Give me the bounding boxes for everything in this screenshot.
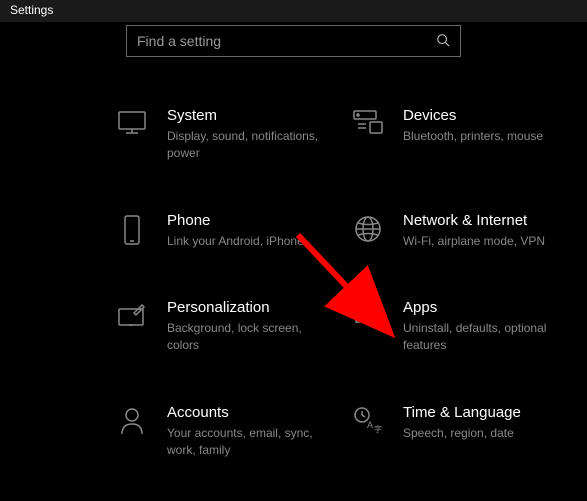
network-icon — [351, 214, 385, 248]
tile-network[interactable]: Network & Internet Wi-Fi, airplane mode,… — [351, 212, 567, 250]
tile-text: System Display, sound, notifications, po… — [167, 107, 331, 162]
tile-title: Apps — [403, 299, 567, 316]
tile-title: Time & Language — [403, 404, 567, 421]
tile-title: Personalization — [167, 299, 331, 316]
tile-desc: Your accounts, email, sync, work, family — [167, 425, 331, 459]
tile-text: Time & Language Speech, region, date — [403, 404, 567, 459]
tile-desc: Link your Android, iPhone — [167, 233, 331, 250]
tile-phone[interactable]: Phone Link your Android, iPhone — [115, 212, 331, 250]
tile-text: Apps Uninstall, defaults, optional featu… — [403, 299, 567, 354]
tile-text: Devices Bluetooth, printers, mouse — [403, 107, 567, 162]
settings-grid: System Display, sound, notifications, po… — [0, 107, 587, 459]
tile-title: Accounts — [167, 404, 331, 421]
tile-accounts[interactable]: Accounts Your accounts, email, sync, wor… — [115, 404, 331, 459]
phone-icon — [115, 214, 149, 248]
tile-text: Personalization Background, lock screen,… — [167, 299, 331, 354]
tile-text: Network & Internet Wi-Fi, airplane mode,… — [403, 212, 567, 250]
devices-icon — [351, 109, 385, 143]
svg-text:A: A — [367, 420, 373, 430]
search-container — [0, 25, 587, 57]
tile-devices[interactable]: Devices Bluetooth, printers, mouse — [351, 107, 567, 162]
tile-title: Devices — [403, 107, 567, 124]
system-icon — [115, 109, 149, 143]
tile-desc: Speech, region, date — [403, 425, 567, 442]
tile-title: Network & Internet — [403, 212, 567, 229]
apps-icon — [351, 301, 385, 335]
search-icon — [436, 33, 450, 50]
search-box[interactable] — [126, 25, 461, 57]
window-title: Settings — [10, 3, 53, 17]
tile-apps[interactable]: Apps Uninstall, defaults, optional featu… — [351, 299, 567, 354]
search-input[interactable] — [137, 33, 436, 49]
window-titlebar: Settings — [0, 0, 587, 22]
tile-time[interactable]: A字 Time & Language Speech, region, date — [351, 404, 567, 459]
tile-title: Phone — [167, 212, 331, 229]
tile-text: Phone Link your Android, iPhone — [167, 212, 331, 250]
tile-desc: Background, lock screen, colors — [167, 320, 331, 354]
tile-title: System — [167, 107, 331, 124]
tile-desc: Bluetooth, printers, mouse — [403, 128, 567, 145]
tile-desc: Uninstall, defaults, optional features — [403, 320, 567, 354]
tile-system[interactable]: System Display, sound, notifications, po… — [115, 107, 331, 162]
tile-desc: Display, sound, notifications, power — [167, 128, 331, 162]
accounts-icon — [115, 406, 149, 440]
tile-personalization[interactable]: Personalization Background, lock screen,… — [115, 299, 331, 354]
svg-text:字: 字 — [374, 424, 382, 434]
tile-text: Accounts Your accounts, email, sync, wor… — [167, 404, 331, 459]
time-language-icon: A字 — [351, 406, 385, 440]
personalization-icon — [115, 301, 149, 335]
tile-desc: Wi-Fi, airplane mode, VPN — [403, 233, 567, 250]
